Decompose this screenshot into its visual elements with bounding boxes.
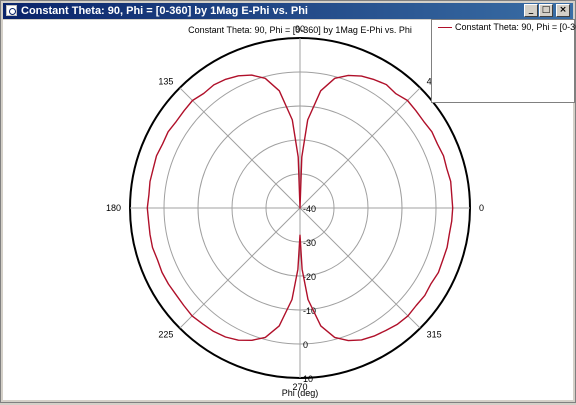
close-icon[interactable]: × xyxy=(556,4,570,17)
title-bar[interactable]: Constant Theta: 90, Phi = [0-360] by 1Ma… xyxy=(3,3,573,19)
angle-label: 180 xyxy=(106,203,121,213)
plot-window: Constant Theta: 90, Phi = [0-360] by 1Ma… xyxy=(0,0,576,403)
legend: Constant Theta: 90, Phi = [0-360] xyxy=(431,19,576,103)
x-axis-label: Phi (deg) xyxy=(282,388,319,398)
legend-label: Constant Theta: 90, Phi = [0-360] xyxy=(455,22,576,32)
grid-spoke xyxy=(299,87,421,209)
angle-label: 315 xyxy=(427,330,442,340)
radial-tick-label: -30 xyxy=(303,238,316,248)
legend-swatch xyxy=(438,27,452,28)
minimize-icon[interactable]: _ xyxy=(524,4,538,17)
angle-label: 225 xyxy=(158,330,173,340)
window-title: Constant Theta: 90, Phi = [0-360] by 1Ma… xyxy=(21,5,308,17)
grid-spoke xyxy=(179,207,301,329)
app-icon xyxy=(6,5,17,16)
grid-spoke xyxy=(299,207,421,329)
plot-area[interactable]: Constant Theta: 90, Phi = [0-360] by 1Ma… xyxy=(3,19,576,400)
angle-label: 0 xyxy=(479,203,484,213)
angle-label: 135 xyxy=(158,76,173,86)
radial-ticks: -40-30-20-10010 xyxy=(303,204,316,384)
radial-tick-label: -40 xyxy=(303,204,316,214)
grid-spoke xyxy=(179,87,301,209)
radial-tick-label: 0 xyxy=(303,340,308,350)
restore-icon[interactable]: □ xyxy=(539,4,553,17)
angle-label: 90 xyxy=(295,24,305,34)
